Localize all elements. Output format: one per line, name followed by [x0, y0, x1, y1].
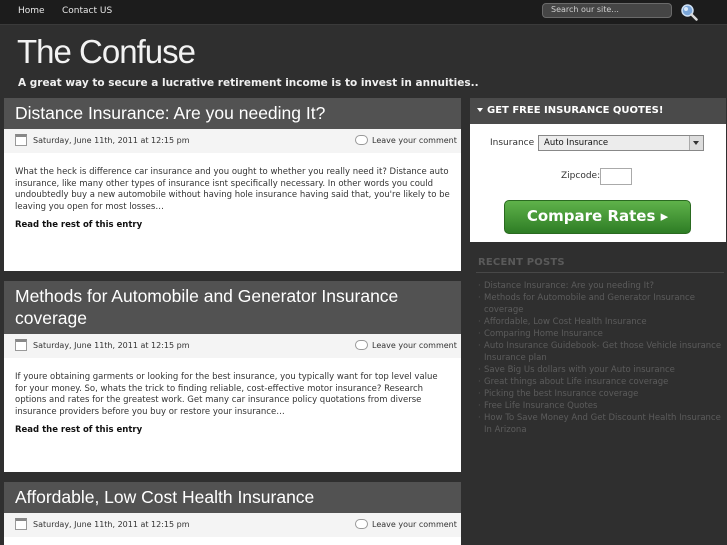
post-meta: Saturday, June 11th, 2011 at 12:15 pm Le…	[4, 334, 461, 358]
calendar-icon	[15, 134, 27, 146]
chevron-down-icon	[689, 136, 703, 150]
recent-post-link[interactable]: Great things about Life insurance covera…	[478, 376, 722, 388]
post-date: Saturday, June 11th, 2011 at 12:15 pm	[33, 520, 190, 529]
zipcode-label: Zipcode:	[561, 171, 601, 181]
post-meta: Saturday, June 11th, 2011 at 12:15 pm Le…	[4, 129, 461, 153]
post-date: Saturday, June 11th, 2011 at 12:15 pm	[33, 136, 190, 145]
post-date: Saturday, June 11th, 2011 at 12:15 pm	[33, 341, 190, 350]
read-more-link[interactable]: Read the rest of this entry	[4, 213, 461, 230]
quote-widget-title: GET FREE INSURANCE QUOTES!	[487, 105, 664, 116]
insurance-type-select[interactable]: Auto Insurance	[538, 135, 704, 151]
insurance-quote-widget: GET FREE INSURANCE QUOTES! Insurance : A…	[470, 98, 726, 242]
recent-post-link[interactable]: Affordable, Low Cost Health Insurance	[478, 316, 722, 328]
post-meta: Saturday, June 11th, 2011 at 12:15 pm Le…	[4, 513, 461, 537]
post-card: Distance Insurance: Are you needing It? …	[4, 98, 461, 271]
insurance-label: Insurance :	[490, 138, 541, 148]
comment-icon	[355, 519, 368, 529]
top-navigation-bar: Home Contact US Search our site...	[0, 0, 727, 25]
site-title[interactable]: The Confuse	[17, 33, 196, 71]
insurance-type-value: Auto Insurance	[544, 138, 609, 148]
recent-post-link[interactable]: Methods for Automobile and Generator Ins…	[478, 292, 722, 316]
recent-post-link[interactable]: How To Save Money And Get Discount Healt…	[478, 412, 722, 436]
divider	[476, 272, 724, 273]
read-more-link[interactable]: Read the rest of this entry	[4, 418, 461, 435]
compare-rates-button[interactable]: Compare Rates ▸	[504, 200, 691, 234]
post-title[interactable]: Affordable, Low Cost Health Insurance	[4, 482, 461, 513]
recent-posts-title: RECENT POSTS	[478, 257, 565, 268]
search-icon[interactable]	[680, 3, 698, 21]
recent-post-link[interactable]: Distance Insurance: Are you needing It?	[478, 280, 722, 292]
comment-icon	[355, 340, 368, 350]
recent-post-link[interactable]: Free Life Insurance Quotes	[478, 400, 722, 412]
post-excerpt: What the heck is difference car insuranc…	[15, 167, 450, 212]
recent-post-link[interactable]: Auto Insurance Guidebook- Get those Vehi…	[478, 340, 722, 364]
nav-link-home[interactable]: Home	[18, 6, 45, 16]
recent-posts-list: Distance Insurance: Are you needing It? …	[478, 280, 722, 436]
leave-comment-link[interactable]: Leave your comment	[372, 341, 457, 350]
recent-post-link[interactable]: Save Big Us dollars with your Auto insur…	[478, 364, 722, 376]
nav-link-contact[interactable]: Contact US	[62, 6, 112, 16]
quote-widget-header: GET FREE INSURANCE QUOTES!	[470, 98, 726, 124]
leave-comment-link[interactable]: Leave your comment	[372, 520, 457, 529]
post-card: Methods for Automobile and Generator Ins…	[4, 281, 461, 472]
calendar-icon	[15, 518, 27, 530]
search-input[interactable]: Search our site...	[542, 3, 672, 18]
comment-icon	[355, 135, 368, 145]
recent-post-link[interactable]: Picking the best Insurance coverage	[478, 388, 722, 400]
leave-comment-link[interactable]: Leave your comment	[372, 136, 457, 145]
post-excerpt: If youre obtaining garments or looking f…	[15, 372, 438, 417]
post-title[interactable]: Distance Insurance: Are you needing It?	[4, 98, 461, 129]
post-card: Affordable, Low Cost Health Insurance Sa…	[4, 482, 461, 545]
calendar-icon	[15, 339, 27, 351]
site-tagline: A great way to secure a lucrative retire…	[18, 77, 479, 89]
recent-post-link[interactable]: Comparing Home Insurance	[478, 328, 722, 340]
zipcode-input[interactable]	[600, 168, 632, 185]
post-title[interactable]: Methods for Automobile and Generator Ins…	[4, 281, 461, 334]
triangle-down-icon	[477, 108, 483, 112]
